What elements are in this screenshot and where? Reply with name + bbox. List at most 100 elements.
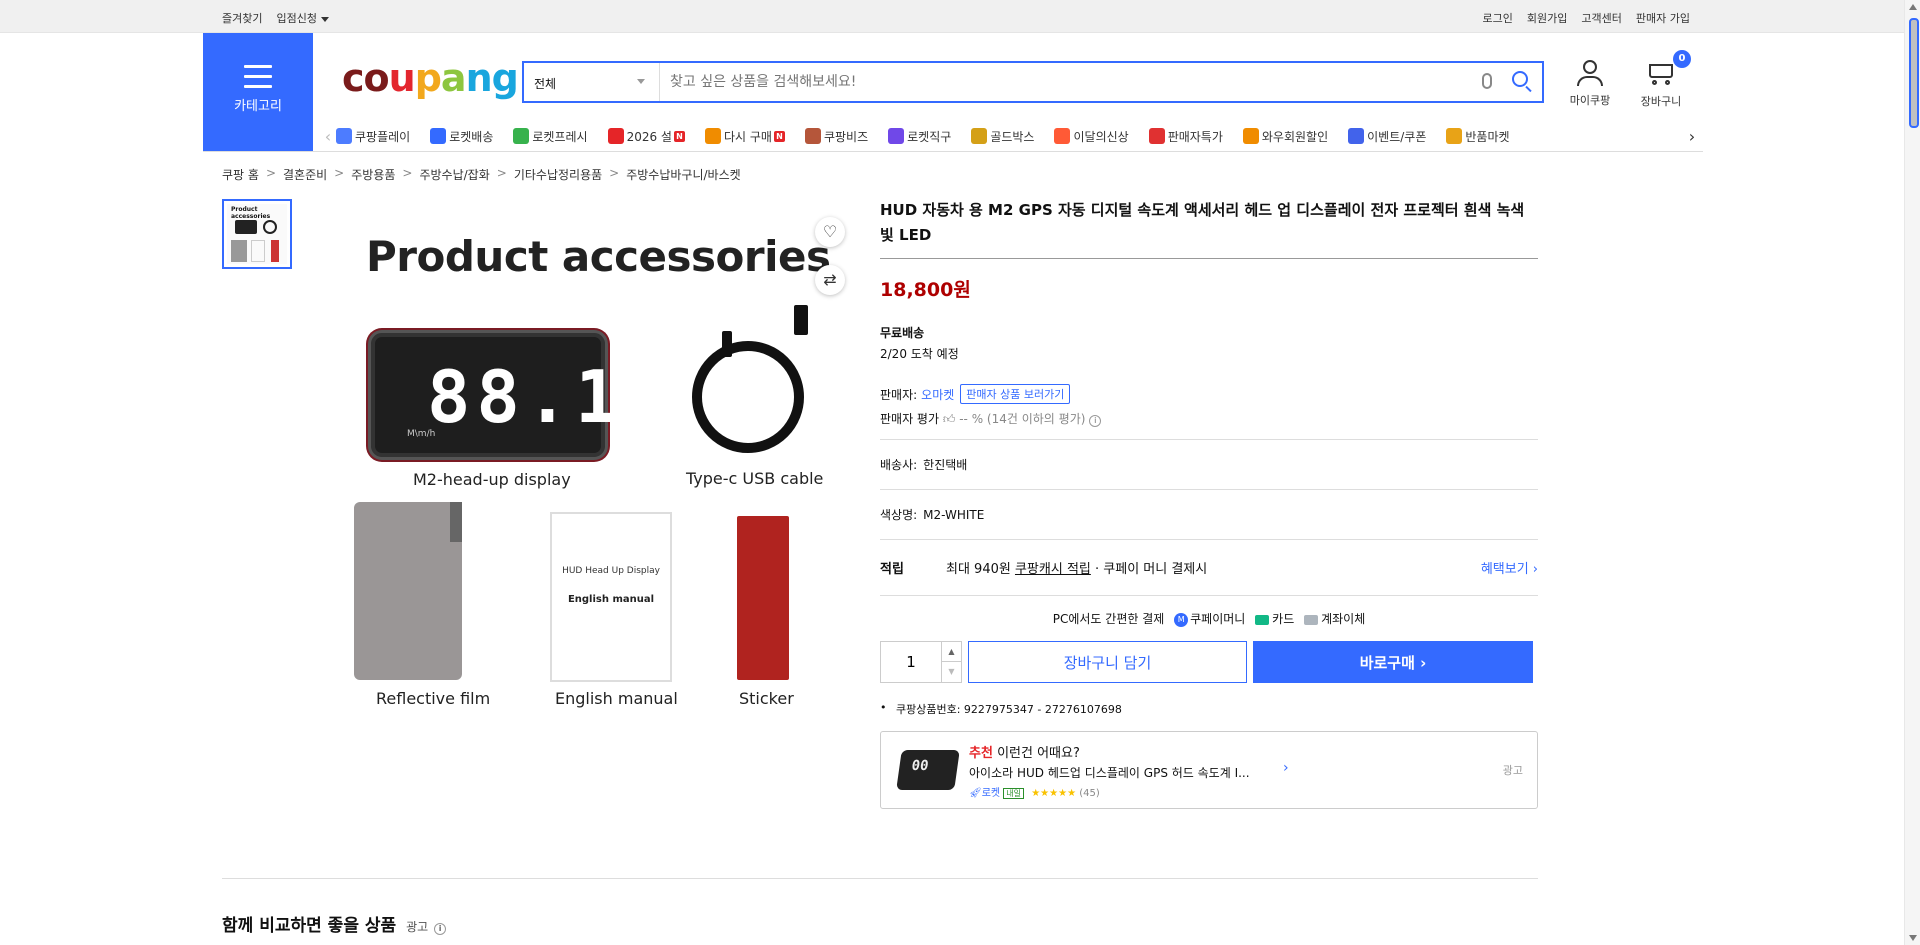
breadcrumb-item[interactable]: 결혼준비 (283, 166, 327, 183)
recommend-badge: 추천 (969, 746, 993, 761)
payment-text: PC에서도 간편한 결제 (1052, 612, 1165, 626)
thumbnail-title: Product accessories (231, 206, 271, 220)
quicknav-item[interactable]: 이벤트/쿠폰 (1348, 128, 1426, 145)
quicknav-item[interactable]: 로켓직구 (888, 128, 951, 145)
category-label: 카테고리 (234, 99, 282, 114)
search-icon[interactable] (1512, 71, 1528, 87)
add-to-cart-button[interactable]: 장바구니 담기 (968, 641, 1247, 683)
breadcrumb-item[interactable]: 쿠팡 홈 (222, 166, 259, 183)
hud-display-illustration: 88.1 M\m/h (368, 330, 618, 460)
breadcrumb-item[interactable]: 기타수납정리용품 (514, 166, 602, 183)
quicknav-label: 로켓직구 (907, 129, 952, 144)
delivery-date: 2/20 도착 예정 (880, 347, 959, 361)
payment-bank: 계좌이체 (1321, 612, 1366, 626)
color-row: 색상명: M2-WHITE (880, 490, 1538, 539)
logo-letter: o (363, 56, 390, 100)
quicknav-item[interactable]: 골드박스 (971, 128, 1034, 145)
chevron-right-icon[interactable]: › (1684, 127, 1700, 146)
coupang-logo[interactable]: coupang (342, 56, 519, 100)
info-icon[interactable]: i (1089, 415, 1102, 427)
category-menu-button[interactable]: 카테고리 (203, 33, 313, 151)
product-title: HUD 자동차 용 M2 GPS 자동 디지털 속도계 액세서리 헤드 업 디스… (880, 198, 1538, 259)
quicknav-item[interactable]: 이달의신상 (1054, 128, 1129, 145)
quantity-stepper: ▲ ▼ (880, 641, 962, 683)
seller-rating-value: -- % (14건 이하의 평가) (959, 412, 1086, 426)
login-link[interactable]: 로그인 (1483, 10, 1513, 26)
heart-icon[interactable]: ♡ (815, 217, 845, 247)
recommend-product-image (896, 750, 960, 790)
quicknav-item[interactable]: 쿠팡플레이 (336, 128, 410, 145)
quicknav-label: 로켓배송 (449, 129, 494, 144)
bank-transfer-icon (1304, 614, 1319, 625)
chevron-right-icon[interactable]: › (1283, 760, 1289, 776)
usb-cable-illustration (692, 305, 808, 453)
quantity-decrease-icon[interactable]: ▼ (941, 662, 961, 682)
page-scrollbar[interactable] (1904, 0, 1920, 945)
quicknav-icon (336, 128, 352, 144)
scroll-up-icon[interactable] (1909, 4, 1917, 10)
quantity-input[interactable] (881, 642, 941, 682)
breadcrumb-item[interactable]: 주방수납/잡화 (419, 166, 489, 183)
purchase-row: ▲ ▼ 장바구니 담기 바로구매 › (880, 641, 1538, 683)
caret-down-icon (320, 16, 329, 22)
quicknav-item[interactable]: 판매자특가 (1148, 128, 1223, 145)
logo-letter: u (388, 56, 416, 100)
courier-row: 배송사: 한진택배 (880, 440, 1538, 489)
share-icon[interactable]: ⇄ (815, 265, 845, 295)
microphone-icon[interactable] (1482, 73, 1492, 89)
seller-apply-link[interactable]: 입점신청 (276, 10, 329, 26)
logo-letter: g (491, 56, 519, 100)
buy-now-button[interactable]: 바로구매 › (1253, 641, 1533, 683)
customer-center-link[interactable]: 고객센터 (1581, 10, 1621, 26)
search-category-select[interactable]: 전체 (524, 63, 660, 101)
cart-label: 장바구니 (1640, 95, 1682, 108)
signup-link[interactable]: 회원가입 (1527, 10, 1567, 26)
benefits-link[interactable]: 혜택보기 › (1481, 558, 1538, 577)
breadcrumb-item[interactable]: 주방용품 (351, 166, 395, 183)
scrollbar-thumb[interactable] (1909, 18, 1919, 128)
quicknav-item[interactable]: 로켓배송 (430, 128, 493, 145)
courier-label: 배송사: (880, 458, 918, 472)
seller-products-button[interactable]: 판매자 상품 보러가기 (960, 384, 1071, 404)
product-thumbnail[interactable]: Product accessories (222, 199, 292, 269)
mypage-button[interactable]: 마이쿠팡 (1568, 60, 1612, 108)
image-label-sticker: Sticker (739, 689, 794, 708)
quicknav-icon (513, 128, 530, 144)
user-icon (1583, 60, 1597, 74)
breadcrumb-item[interactable]: 주방수납바구니/바스켓 (626, 166, 740, 183)
quick-nav-bar: ‹ 쿠팡플레이 로켓배송 로켓프레시 2026 설 N 다시 구매 N 쿠팡비즈 로켓직구 골드박… (320, 122, 1700, 150)
quicknav-item[interactable]: 다시 구매 N (704, 128, 785, 145)
quicknav-item[interactable]: 와우회원할인 (1242, 128, 1328, 145)
compare-section-title: 함께 비교하면 좋을 상품 광고 i (222, 911, 447, 936)
breadcrumb: 쿠팡 홈 > 결혼준비 > 주방용품 > 주방수납/잡화 > 기타수납정리용품 > 주방수납바구니/… (222, 166, 741, 183)
color-value: M2-WHITE (923, 508, 985, 522)
chevron-left-icon[interactable]: ‹ (320, 127, 336, 146)
seller-signup-link[interactable]: 판매자 가입 (1636, 10, 1690, 26)
info-icon[interactable]: i (434, 923, 447, 935)
quicknav-item[interactable]: 로켓프레시 (513, 128, 588, 145)
quicknav-icon (1148, 128, 1165, 144)
logo-letter: a (440, 56, 467, 100)
seller-name-link[interactable]: 오마켓 (921, 386, 954, 403)
hamburger-icon (244, 65, 272, 88)
reflective-film-illustration (354, 502, 462, 680)
card-icon (1255, 614, 1270, 625)
breadcrumb-separator-icon: > (496, 166, 507, 180)
quicknav-icon (1054, 128, 1071, 144)
product-price: 18,800원 (880, 279, 971, 301)
quicknav-item[interactable]: 쿠팡비즈 (804, 128, 868, 145)
seller-rating-label: 판매자 평가 (880, 412, 940, 426)
logo-letter: p (414, 56, 442, 100)
coupang-cash-link[interactable]: 쿠팡캐시 적립 (1015, 558, 1091, 577)
quicknav-icon (1348, 128, 1365, 144)
search-input[interactable] (670, 71, 1450, 93)
scroll-down-icon[interactable] (1909, 935, 1917, 941)
quicknav-item[interactable]: 반품마켓 (1446, 128, 1510, 145)
quantity-increase-icon[interactable]: ▲ (941, 642, 961, 662)
bookmark-link[interactable]: 즐겨찾기 (222, 10, 262, 26)
recommend-card[interactable]: 추천 이런건 어때요? 아이소라 HUD 헤드업 디스플레이 GPS 허드 속도… (880, 731, 1538, 809)
rating-stars: ★★★★★ (1031, 788, 1077, 799)
quicknav-item[interactable]: 2026 설N (607, 128, 685, 145)
sticker-illustration (737, 516, 789, 680)
seller-apply-label: 입점신청 (276, 12, 317, 25)
